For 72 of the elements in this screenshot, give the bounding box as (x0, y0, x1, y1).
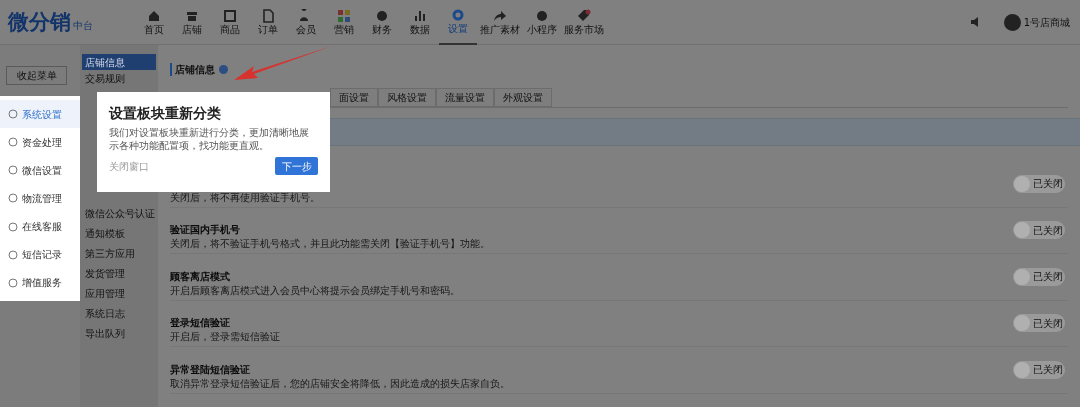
popup-title: 设置板块重新分类 (109, 106, 222, 120)
settings-icon (451, 8, 465, 22)
logo-subtitle: 中台 (73, 18, 93, 33)
next-step-button[interactable]: 下一步 (275, 157, 318, 175)
submenu-item[interactable]: 通知模板 (82, 223, 156, 243)
sidebar-item[interactable]: 短信记录 (0, 240, 80, 269)
circle-icon (8, 249, 18, 260)
nav-tab[interactable]: 服务市场 (561, 0, 607, 45)
document-icon (261, 9, 275, 23)
submenu-item[interactable]: 第三方应用 (82, 243, 156, 263)
sidebar-item[interactable]: 在线客服 (0, 212, 80, 241)
nav-tab[interactable]: 商品 (211, 0, 249, 45)
box-icon (223, 9, 237, 23)
settings-tab[interactable]: 风格设置 (378, 88, 436, 107)
circle-icon (8, 165, 18, 176)
toggle-switch[interactable]: 已关闭 (1013, 174, 1065, 193)
submenu-item[interactable]: 交易规则 (82, 70, 156, 86)
nav-tab[interactable]: 推广素材 (477, 0, 523, 45)
submenu-item[interactable]: 发货管理 (82, 263, 156, 283)
settings-tab[interactable]: 外观设置 (494, 88, 552, 107)
sidebar-item[interactable]: 物流管理 (0, 184, 80, 213)
sidebar-item[interactable]: 微信设置 (0, 156, 80, 185)
setting-title: 验证国内手机号 (170, 224, 241, 236)
settings-tab[interactable]: 流量设置 (436, 88, 494, 107)
share-arrow-icon (493, 9, 507, 23)
nav-tab[interactable]: 营销 (325, 0, 363, 45)
settings-tab[interactable]: 面设置 (330, 88, 378, 107)
submenu-item[interactable]: 系统日志 (82, 303, 156, 323)
submenu-item[interactable]: 店铺信息 (82, 54, 156, 70)
bar-chart-icon (413, 9, 427, 23)
submenu-item[interactable]: 导出队列 (82, 323, 156, 343)
sidebar-item[interactable]: 增值服务 (0, 268, 80, 297)
circle-icon (8, 109, 18, 120)
house-icon (147, 9, 161, 23)
circle-icon (8, 137, 18, 148)
logo: 微分销 (8, 11, 71, 33)
toggle-switch[interactable]: 已关闭 (1013, 221, 1065, 240)
setting-description: 关闭后，将不验证手机号格式，并且此功能需关闭【验证手机号】功能。 (170, 238, 491, 250)
nav-tab[interactable]: 会员 (287, 0, 325, 45)
nav-tab[interactable]: 小程序 (523, 0, 561, 45)
setting-description: 开启后顾客离店模式进入会员中心将提示会员绑定手机号和密码。 (170, 284, 461, 297)
setting-description: 取消异常登录短信验证后，您的店铺安全将降低，因此造成的损失店家自负。 (170, 377, 511, 390)
sidebar-item[interactable]: 系统设置 (0, 100, 80, 129)
setting-description: 开启后，登录需短信验证 (170, 331, 281, 343)
store-icon (185, 9, 199, 23)
submenu-item[interactable]: 微信公众号认证 (82, 203, 156, 223)
tag-icon (577, 9, 591, 23)
avatar[interactable] (1003, 13, 1021, 31)
nav-tab[interactable]: 财务 (363, 0, 401, 45)
user-name[interactable]: 1号店商城 (1023, 14, 1070, 30)
toggle-switch[interactable]: 已关闭 (1013, 267, 1065, 286)
toggle-switch[interactable]: 已关闭 (1013, 360, 1065, 379)
nav-tab[interactable]: 订单 (249, 0, 287, 45)
setting-title: 异常登陆短信验证 (170, 363, 251, 376)
circle-icon (8, 277, 18, 288)
nav-tab[interactable]: 店铺 (173, 0, 211, 45)
collapse-menu-button[interactable]: 收起菜单 (6, 66, 67, 85)
nav-tab[interactable]: 数据 (401, 0, 439, 45)
colored-squares-icon (337, 9, 351, 23)
setting-title: 登录短信验证 (170, 317, 231, 329)
sidebar-item[interactable]: 资金处理 (0, 128, 80, 157)
circle-icon (535, 9, 549, 23)
setting-title: 顾客离店模式 (170, 270, 231, 283)
nav-tab[interactable]: 首页 (135, 0, 173, 45)
section-title: 店铺信息 (175, 63, 215, 77)
close-window-link[interactable]: 关闭窗口 (109, 158, 149, 174)
popup-text: 我们对设置板块重新进行分类，更加清晰地展示各种功能配置项，找功能更直观。 (109, 126, 310, 152)
toggle-switch[interactable]: 已关闭 (1013, 314, 1065, 333)
circle-icon (8, 193, 18, 204)
submenu-item[interactable]: 应用管理 (82, 283, 156, 303)
circle-icon (8, 221, 18, 232)
setting-description: 关闭后，将不再使用验证手机号。 (170, 191, 321, 204)
